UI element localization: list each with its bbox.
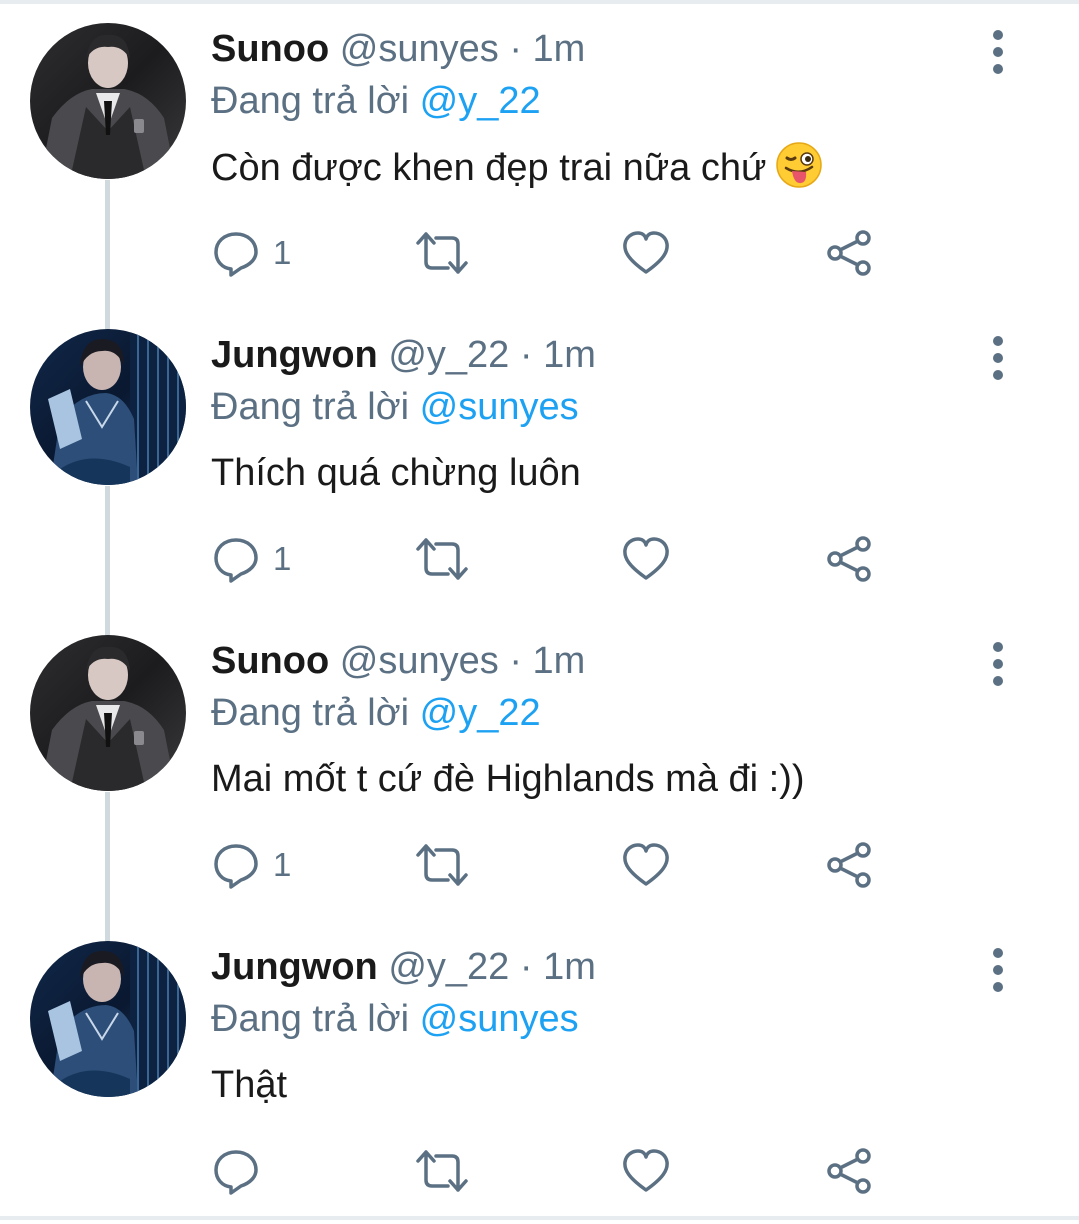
share-icon [825,840,875,890]
retweet-button[interactable] [414,1143,470,1199]
tweet[interactable]: Sunoo @sunyes · 1m Đang trả lời @y_22 Ma… [0,612,1079,918]
tweet-header: Jungwon @y_22 · 1m [211,332,596,378]
reply-button[interactable] [211,1143,273,1199]
avatar-sunoo[interactable] [30,23,186,179]
tweet[interactable]: Jungwon @y_22 · 1m Đang trả lời @sunyes … [0,306,1079,612]
reply-count: 1 [273,846,292,883]
tweet-text: Còn được khen đẹp trai nữa chứ [211,142,823,201]
display-name[interactable]: Jungwon [211,334,378,376]
share-button[interactable] [825,837,875,893]
reply-button[interactable]: 1 [211,225,291,281]
bottom-divider [0,1216,1079,1220]
tweet-actions: 1 [211,225,911,281]
avatar-jungwon[interactable] [30,941,186,1097]
tweet-text-content: Mai mốt t cứ đè Highlands mà đi :)) [211,758,805,800]
share-button[interactable] [825,1143,875,1199]
share-icon [825,228,875,278]
reply-button[interactable]: 1 [211,531,291,587]
reply-count: 1 [273,234,292,271]
tweet-actions: 1 [211,837,911,893]
replying-to: Đang trả lời @sunyes [211,384,579,430]
tweet-actions [211,1143,911,1199]
display-name[interactable]: Sunoo [211,640,329,682]
retweet-icon [414,534,470,584]
share-button[interactable] [825,225,875,281]
like-button[interactable] [621,225,671,281]
reply-prefix: Đang trả lời [211,692,410,734]
more-options-icon[interactable] [978,636,1018,692]
tweet-text-content: Thật [211,1064,288,1106]
display-name[interactable]: Sunoo [211,28,329,70]
reply-icon [211,1146,261,1196]
reply-prefix: Đang trả lời [211,998,410,1040]
more-options-icon[interactable] [978,330,1018,386]
retweet-button[interactable] [414,837,470,893]
tweet-header: Jungwon @y_22 · 1m [211,944,596,990]
more-options-icon[interactable] [978,942,1018,998]
retweet-icon [414,228,470,278]
replying-to: Đang trả lời @y_22 [211,78,541,124]
separator: · [509,28,522,70]
retweet-icon [414,1146,470,1196]
tweet-text-content: Còn được khen đẹp trai nữa chứ [211,147,767,189]
separator: · [519,946,533,988]
like-button[interactable] [621,837,671,893]
separator: · [519,334,533,376]
user-handle[interactable]: @sunyes [340,28,499,70]
display-name[interactable]: Jungwon [211,946,378,988]
tweet-text-content: Thích quá chừng luôn [211,452,581,494]
heart-icon [621,1146,671,1196]
user-handle[interactable]: @y_22 [388,334,509,376]
reply-mention[interactable]: @y_22 [420,692,541,734]
reply-count: 1 [273,540,292,577]
more-options-icon[interactable] [978,24,1018,80]
reply-prefix: Đang trả lời [211,386,410,428]
timestamp[interactable]: 1m [543,946,596,988]
tweet-header: Sunoo @sunyes · 1m [211,638,585,684]
reply-icon [211,534,261,584]
separator: · [509,640,522,682]
avatar-jungwon[interactable] [30,329,186,485]
replying-to: Đang trả lời @y_22 [211,690,541,736]
heart-icon [621,840,671,890]
retweet-button[interactable] [414,225,470,281]
timestamp[interactable]: 1m [543,334,596,376]
user-handle[interactable]: @y_22 [388,946,509,988]
tweet-text: Thật [211,1060,287,1110]
timestamp[interactable]: 1m [533,28,586,70]
tweet-text: Thích quá chừng luôn [211,448,581,498]
reply-icon [211,840,261,890]
avatar-sunoo[interactable] [30,635,186,791]
reply-mention[interactable]: @y_22 [420,80,541,122]
share-button[interactable] [825,531,875,587]
share-icon [825,534,875,584]
retweet-icon [414,840,470,890]
retweet-button[interactable] [414,531,470,587]
replying-to: Đang trả lời @sunyes [211,996,579,1042]
tweet-actions: 1 [211,531,911,587]
reply-prefix: Đang trả lời [211,80,410,122]
tweet[interactable]: Jungwon @y_22 · 1m Đang trả lời @sunyes … [0,918,1079,1224]
heart-icon [621,228,671,278]
winking-face-with-tongue-emoji [776,142,823,201]
like-button[interactable] [621,1143,671,1199]
timestamp[interactable]: 1m [533,640,586,682]
heart-icon [621,534,671,584]
reply-mention[interactable]: @sunyes [420,998,579,1040]
user-handle[interactable]: @sunyes [340,640,499,682]
reply-icon [211,228,261,278]
tweet-text: Mai mốt t cứ đè Highlands mà đi :)) [211,754,805,804]
share-icon [825,1146,875,1196]
tweet-header: Sunoo @sunyes · 1m [211,26,585,72]
like-button[interactable] [621,531,671,587]
reply-mention[interactable]: @sunyes [420,386,579,428]
reply-button[interactable]: 1 [211,837,291,893]
tweet[interactable]: Sunoo @sunyes · 1m Đang trả lời @y_22 Cò… [0,0,1079,306]
